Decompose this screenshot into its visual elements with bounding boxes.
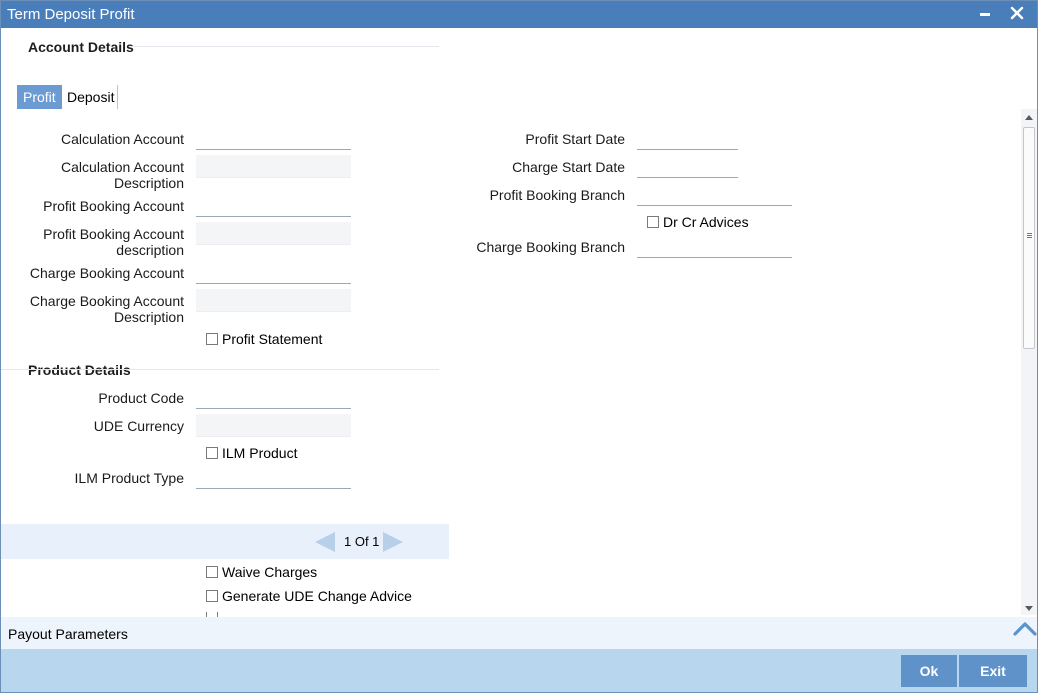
profit-booking-desc-label: Profit Booking Account description — [21, 226, 184, 258]
profit-booking-desc-label-line2: description — [116, 242, 184, 258]
vertical-scrollbar[interactable] — [1021, 109, 1037, 615]
account-details-heading: Account Details — [28, 39, 134, 55]
ude-currency-label: UDE Currency — [93, 418, 184, 434]
payout-parameters-bar[interactable]: Payout Parameters — [1, 617, 1037, 649]
payout-parameters-label: Payout Parameters — [8, 626, 128, 642]
scroll-thumb[interactable] — [1023, 127, 1035, 349]
generate-ude-change-advice-checkbox[interactable]: Generate UDE Change Advice — [206, 588, 412, 604]
section-divider — [131, 46, 439, 47]
tab-separator — [117, 85, 118, 109]
charge-booking-desc-label-line1: Charge Booking Account — [29, 293, 184, 309]
record-pager: 1 Of 1 — [1, 524, 449, 559]
checkbox-box[interactable] — [206, 590, 218, 602]
calc-account-desc-input[interactable] — [196, 155, 351, 178]
charge-booking-branch-label: Charge Booking Branch — [476, 239, 625, 255]
ilm-product-label: ILM Product — [222, 445, 298, 461]
ude-currency-input[interactable] — [196, 414, 351, 437]
profit-booking-branch-input[interactable] — [637, 183, 792, 206]
checkbox-box[interactable] — [206, 566, 218, 578]
generate-ude-change-advice-label: Generate UDE Change Advice — [222, 588, 412, 604]
product-code-input[interactable] — [196, 386, 351, 409]
profit-statement-checkbox[interactable]: Profit Statement — [206, 331, 322, 347]
waive-charges-checkbox[interactable]: Waive Charges — [206, 564, 317, 580]
profit-booking-account-label: Profit Booking Account — [43, 198, 184, 214]
calc-account-desc-label-line1: Calculation Account — [61, 159, 184, 175]
checkbox-box[interactable] — [206, 333, 218, 345]
tab-profit[interactable]: Profit — [17, 85, 62, 109]
profit-start-date-input[interactable] — [637, 127, 738, 150]
charge-booking-desc-label: Charge Booking Account Description — [21, 293, 184, 325]
tab-deposit[interactable]: Deposit — [61, 85, 120, 109]
profit-statement-label: Profit Statement — [222, 331, 323, 347]
section-divider — [1, 369, 439, 370]
waive-charges-label: Waive Charges — [222, 564, 318, 580]
term-deposit-profit-window: Term Deposit Profit Account Details Prof… — [0, 0, 1038, 693]
dr-cr-advices-label: Dr Cr Advices — [663, 214, 749, 230]
ok-button[interactable]: Ok — [901, 655, 957, 687]
checkbox-box[interactable] — [647, 216, 659, 228]
scroll-down-icon[interactable] — [1025, 606, 1033, 611]
window-title: Term Deposit Profit — [7, 6, 135, 23]
calc-account-input[interactable] — [196, 127, 351, 150]
ilm-product-type-input[interactable] — [196, 466, 351, 489]
product-code-label: Product Code — [98, 390, 184, 406]
scroll-up-icon[interactable] — [1025, 115, 1033, 120]
close-icon[interactable] — [1009, 2, 1025, 22]
chevron-up-icon[interactable] — [1013, 619, 1037, 639]
grip-icon — [1027, 233, 1032, 234]
charge-booking-account-label: Charge Booking Account — [29, 265, 184, 281]
profit-booking-desc-input[interactable] — [196, 222, 351, 245]
charge-booking-account-input[interactable] — [196, 261, 351, 284]
ilm-product-checkbox[interactable]: ILM Product — [206, 445, 297, 461]
page-indicator: 1 Of 1 — [344, 534, 380, 549]
charge-start-date-label: Charge Start Date — [512, 159, 625, 175]
exit-button[interactable]: Exit — [959, 655, 1027, 687]
profit-booking-desc-label-line1: Profit Booking Account — [43, 226, 184, 242]
next-arrow-icon[interactable] — [383, 532, 403, 552]
product-details-heading: Product Details — [28, 362, 131, 378]
checkbox-box[interactable] — [206, 447, 218, 459]
previous-arrow-icon[interactable] — [315, 532, 335, 552]
charge-booking-branch-input[interactable] — [637, 235, 792, 258]
calc-account-label: Calculation Account — [61, 131, 184, 147]
profit-booking-branch-label: Profit Booking Branch — [489, 187, 625, 203]
dr-cr-advices-checkbox[interactable]: Dr Cr Advices — [647, 214, 749, 230]
charge-start-date-input[interactable] — [637, 155, 738, 178]
calc-account-desc-label-line2: Description — [113, 175, 184, 191]
ilm-product-type-label: ILM Product Type — [74, 470, 184, 486]
minimize-icon[interactable] — [979, 4, 993, 22]
charge-booking-desc-label-line2: Description — [113, 309, 184, 325]
charge-booking-desc-input[interactable] — [196, 289, 351, 312]
calc-account-desc-label: Calculation Account Description — [21, 159, 184, 191]
title-bar: Term Deposit Profit — [1, 1, 1037, 28]
profit-start-date-label: Profit Start Date — [525, 131, 625, 147]
profit-booking-account-input[interactable] — [196, 194, 351, 217]
footer-bar: Ok Exit — [1, 649, 1037, 692]
